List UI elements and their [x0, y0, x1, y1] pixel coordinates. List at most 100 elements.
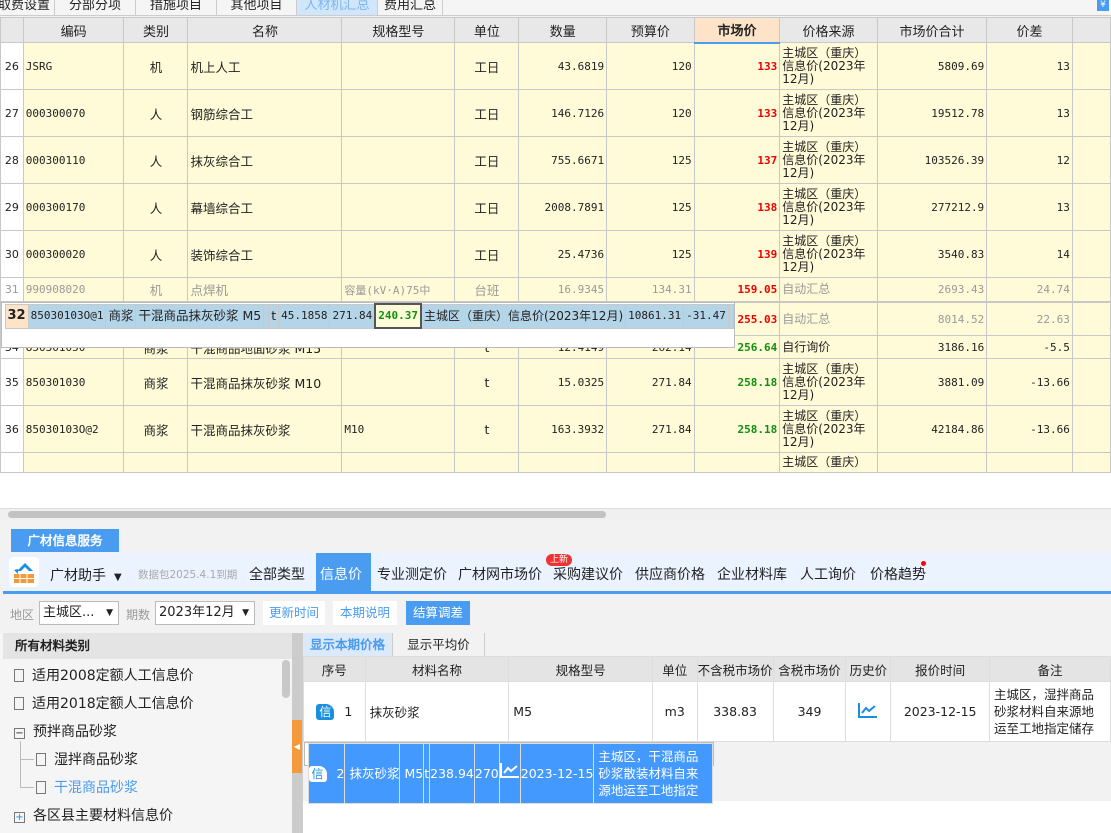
table-row[interactable]: 36 85030103O@2 商浆 干混商品抹灰砂浆 M10 t 163.3932 271.8…	[0, 405, 1111, 453]
settlement-adjust-button[interactable]: 结算调差	[406, 601, 470, 625]
cell-code[interactable]: 850301030	[22, 358, 125, 406]
cell-source[interactable]: 主城区（重庆）信息价(2023年12月)	[779, 230, 878, 278]
cell-qty[interactable]: 755.6671	[518, 136, 608, 184]
cell-unit[interactable]: 工日	[454, 136, 520, 184]
cell-name[interactable]: 抹灰综合工	[187, 136, 343, 184]
tab-current-price[interactable]: 显示本期价格	[303, 633, 393, 656]
cell-qty[interactable]: 146.7126	[518, 89, 608, 137]
column-header[interactable]: 报价时间	[890, 656, 990, 682]
cell-spec[interactable]	[341, 452, 456, 473]
cell-name[interactable]: 干混商品抹灰砂浆 M10	[187, 358, 343, 406]
cell-total[interactable]: 3186.16	[876, 335, 988, 359]
cell-diff[interactable]	[986, 452, 1073, 473]
cell-code[interactable]: 990908020	[22, 277, 125, 302]
cell-code[interactable]: 85030103O@1	[27, 303, 107, 329]
nav-tab[interactable]: 信息价	[316, 553, 371, 591]
cell-diff[interactable]: 12	[986, 136, 1073, 184]
cell-name[interactable]: 干混商品抹灰砂浆	[187, 405, 343, 453]
cell-budget[interactable]: 271.84	[606, 358, 695, 406]
cell-diff[interactable]: -13.66	[986, 405, 1073, 453]
column-header[interactable]: 名称	[187, 17, 343, 43]
column-header[interactable]: 预算价	[606, 17, 695, 43]
cell-market[interactable]: 159.05	[693, 277, 781, 302]
cell-name[interactable]: 幕墙综合工	[187, 183, 343, 231]
top-tab[interactable]: 其他项目	[217, 0, 297, 15]
nav-tab[interactable]: 广材网市场价	[454, 553, 547, 591]
column-header[interactable]: 价格来源	[779, 17, 878, 43]
assistant-dropdown[interactable]: 广材助手 ▼	[50, 565, 122, 585]
cell-qty[interactable]: 16.9345	[518, 277, 608, 302]
cell-diff[interactable]: 14	[986, 230, 1073, 278]
cell-total[interactable]: 5809.69	[876, 42, 988, 90]
cell-unit[interactable]: t	[454, 405, 520, 453]
table-row[interactable]: 35 850301030 商浆 干混商品抹灰砂浆 M10 t 15.0325 271.84 2…	[0, 358, 1111, 406]
cell-source[interactable]: 主城区（重庆）信息价(2023年12月)	[779, 89, 878, 137]
cell-type[interactable]: 机	[123, 277, 189, 302]
cell-market[interactable]: 133	[693, 42, 781, 90]
cell-budget[interactable]	[606, 452, 695, 473]
cell-source[interactable]: 主城区（重庆）信息价(2023年12月)	[420, 303, 627, 329]
cell-total[interactable]: 2693.43	[876, 277, 988, 302]
collapse-icon[interactable]: −	[14, 728, 25, 739]
cell-type[interactable]: 商浆	[105, 303, 137, 329]
cell-code[interactable]: 000300110	[22, 136, 125, 184]
cell-market[interactable]: 137	[693, 136, 781, 184]
column-header[interactable]: 历史价	[845, 656, 892, 682]
tree-item[interactable]: 适用2018定额人工信息价	[14, 693, 194, 713]
cell-diff[interactable]: 13	[986, 183, 1073, 231]
cell-spec[interactable]	[341, 89, 456, 137]
table-row[interactable]: 28 000300110 人抹灰综合工 工日 755.6671 125 137 主城区（重庆）…	[0, 136, 1111, 184]
cell-type[interactable]: 商浆	[123, 405, 189, 453]
cell-qty[interactable]: 163.3932	[518, 405, 608, 453]
cell-qty[interactable]	[518, 452, 608, 473]
top-tab[interactable]: 费用汇总	[378, 0, 443, 15]
cell-code[interactable]: JSRG	[22, 42, 125, 90]
nav-tab[interactable]: 全部类型	[245, 553, 311, 591]
cell-spec[interactable]	[341, 136, 456, 184]
column-header[interactable]	[0, 17, 24, 43]
cell-unit[interactable]: t	[454, 358, 520, 406]
cell-budget[interactable]: 125	[606, 183, 695, 231]
cell-market[interactable]: 139	[693, 230, 781, 278]
column-header[interactable]: 不含税市场价	[696, 656, 774, 682]
cell-unit[interactable]: 工日	[454, 183, 520, 231]
tree-item[interactable]: + 各区县主要材料信息价	[14, 805, 173, 825]
cell-type[interactable]: 人	[123, 183, 189, 231]
panel-tab-info-service[interactable]: 广材信息服务	[11, 529, 119, 552]
cell-qty[interactable]: 15.0325	[518, 358, 608, 406]
cell-market[interactable]	[693, 452, 781, 473]
cell-budget[interactable]: 120	[606, 42, 695, 90]
cell-qty[interactable]: 25.4736	[518, 230, 608, 278]
tree-scrollbar-thumb[interactable]	[282, 660, 290, 698]
nav-tab[interactable]: 供应商价格	[631, 553, 711, 591]
cell-source[interactable]: 自行询价	[779, 335, 878, 359]
cell-source[interactable]: 主城区（重庆）信息价(2023年12月)	[779, 358, 878, 406]
top-tab[interactable]: 分部分项	[55, 0, 136, 15]
cell-market[interactable]: 240.37	[374, 303, 422, 329]
cell-spec[interactable]	[341, 230, 456, 278]
column-header[interactable]: 含税市场价	[772, 656, 847, 682]
cell-qty[interactable]: 45.1858	[278, 303, 331, 329]
period-description-button[interactable]: 本期说明	[333, 601, 397, 625]
cell-spec[interactable]: 容量(kV·A)75中	[341, 277, 456, 302]
cell-source[interactable]: 自动汇总	[779, 277, 878, 302]
trend-chart-icon[interactable]	[858, 703, 878, 721]
cell-type[interactable]	[123, 452, 189, 473]
cell-budget[interactable]: 125	[606, 230, 695, 278]
top-tab[interactable]: 措施项目	[136, 0, 217, 15]
cell-diff[interactable]: -5.5	[986, 335, 1073, 359]
cell-source[interactable]: 主城区（重庆）信息价(2023年12月)	[779, 136, 878, 184]
column-header[interactable]: 单位	[454, 17, 520, 43]
column-header[interactable]: 规格型号	[508, 656, 653, 682]
nav-tab[interactable]: 专业测定价	[373, 553, 452, 591]
column-header[interactable]: 备注	[988, 656, 1111, 682]
cell-name[interactable]: 装饰综合工	[187, 230, 343, 278]
cell-type[interactable]: 商浆	[123, 358, 189, 406]
top-tab[interactable]: 人材机汇总	[297, 0, 378, 15]
cell-diff[interactable]: -31.47	[683, 303, 729, 329]
column-header[interactable]: 价差	[986, 17, 1073, 43]
nav-tab[interactable]: 企业材料库	[713, 553, 794, 591]
cell-source[interactable]: 主城区（重庆）	[779, 452, 878, 473]
cell-total[interactable]: 3881.09	[876, 358, 988, 406]
cell-name[interactable]: 点焊机	[187, 277, 343, 302]
